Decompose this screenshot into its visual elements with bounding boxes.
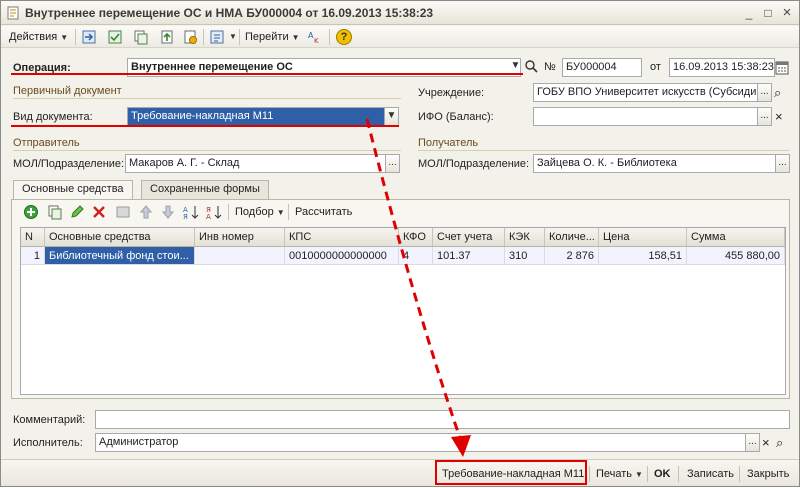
annotation-arrow	[365, 118, 471, 457]
document-window: Внутреннее перемещение ОС и НМА БУ000004…	[0, 0, 800, 487]
